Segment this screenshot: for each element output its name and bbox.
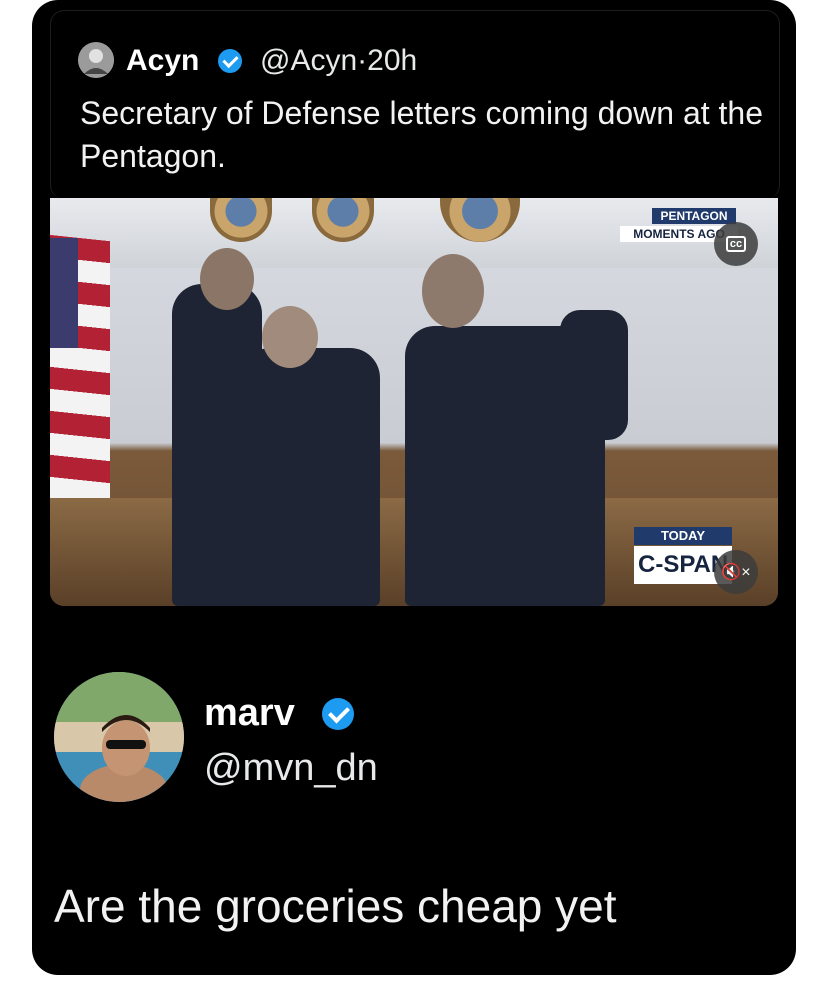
worker-arm [560,310,628,440]
marv-avatar[interactable] [54,672,184,802]
mute-icon[interactable]: 🔇× [714,550,758,594]
quoted-handle-time: @Acyn·20h [260,44,418,77]
verified-badge-icon [218,49,242,73]
closed-captions-icon[interactable]: cc [714,222,758,266]
post-card: Acyn @Acyn·20h Secretary of Defense lett… [32,0,796,975]
reply-author-handle[interactable]: @mvn_dn [204,745,378,791]
video-player[interactable]: PENTAGON MOMENTS AGO cc TODAY C-SPAN 🔇× [50,198,778,606]
quoted-tweet-text: Secretary of Defense letters coming down… [80,95,764,174]
acyn-avatar[interactable] [78,42,114,78]
reply-author-name[interactable]: marv [204,690,295,736]
worker-figure [240,348,380,606]
flag-canton [50,238,78,348]
pentagon-chip: PENTAGON [652,208,736,224]
quoted-author-name[interactable]: Acyn [126,42,199,80]
today-chip: TODAY [634,527,732,545]
worker-head [262,306,318,368]
worker-head [200,248,254,310]
reply-text: Are the groceries cheap yet [54,880,617,932]
worker-head [422,254,484,328]
verified-badge-icon [322,698,354,730]
